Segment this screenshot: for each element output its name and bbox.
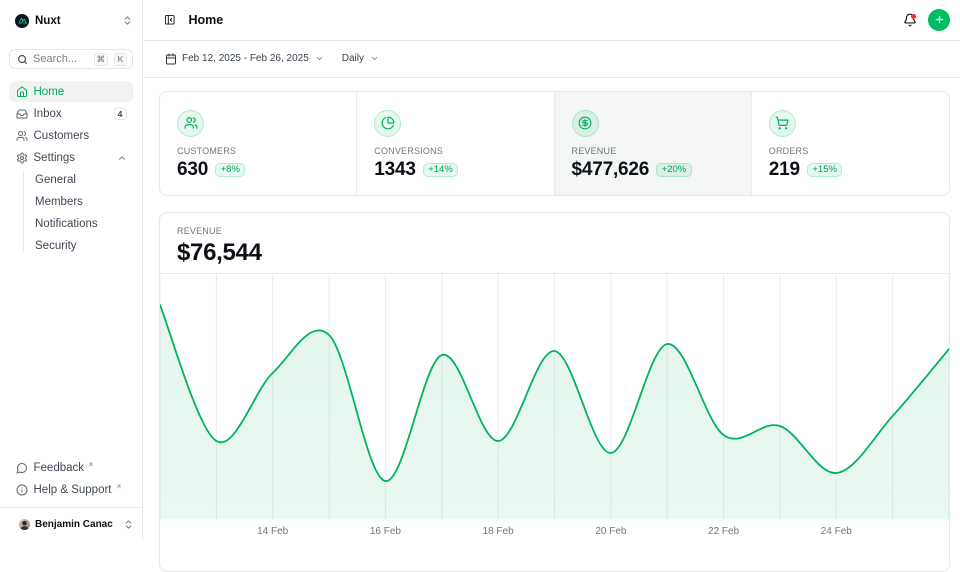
x-axis-label: 22 Feb: [694, 526, 754, 537]
users-icon: [177, 110, 204, 137]
sidebar-item-inbox[interactable]: Inbox 4: [9, 103, 133, 124]
page-title: Home: [189, 13, 224, 27]
revenue-area-chart[interactable]: [160, 274, 949, 520]
sidebar-item-label: Settings: [34, 152, 76, 164]
interval-label: Daily: [342, 53, 364, 64]
users-icon: [16, 130, 28, 142]
nuxt-logo-icon: [15, 14, 29, 28]
workspace-name: Nuxt: [35, 15, 61, 27]
sidebar-item-home[interactable]: Home: [9, 81, 133, 102]
sidebar-item-general[interactable]: General: [35, 169, 133, 190]
cart-icon: [769, 110, 796, 137]
sidebar-item-security[interactable]: Security: [35, 235, 133, 256]
stat-label: REVENUE: [572, 146, 734, 156]
stat-orders[interactable]: ORDERS 219 +15%: [752, 92, 949, 195]
stat-value: 630: [177, 159, 208, 181]
sidebar-item-label: Members: [35, 196, 83, 208]
stat-delta-badge: +15%: [807, 163, 843, 177]
stat-label: CONVERSIONS: [374, 146, 536, 156]
chevron-down-icon: [370, 54, 379, 63]
sidebar-item-members[interactable]: Members: [35, 191, 133, 212]
add-button[interactable]: [928, 9, 950, 31]
collapse-sidebar-button[interactable]: [159, 9, 181, 31]
plus-icon: [934, 14, 945, 25]
home-icon: [16, 86, 28, 98]
info-icon: [16, 484, 28, 496]
user-menu[interactable]: Benjamin Canac: [0, 507, 142, 540]
x-axis-label: 16 Feb: [355, 526, 415, 537]
search-input[interactable]: Search... ⌘ K: [9, 49, 133, 69]
kbd-k: K: [114, 53, 127, 66]
filters-toolbar: Feb 12, 2025 - Feb 26, 2025 Daily: [143, 41, 960, 78]
avatar: [19, 519, 30, 530]
sidebar-item-label: Notifications: [35, 218, 98, 230]
stat-label: ORDERS: [769, 146, 932, 156]
revenue-chart-card: REVENUE $76,544 14 Feb 16 Feb 18 Feb 20 Feb…: [159, 212, 950, 572]
arrow-up-right-icon: [115, 483, 122, 490]
stat-label: CUSTOMERS: [177, 146, 339, 156]
user-name: Benjamin Canac: [35, 519, 113, 530]
chart-current-value: $76,544: [177, 239, 932, 267]
notifications-button[interactable]: [898, 8, 922, 32]
stat-value: $477,626: [572, 159, 650, 181]
stat-delta-badge: +20%: [656, 163, 692, 177]
chart-title: REVENUE: [177, 226, 932, 236]
inbox-icon: [16, 108, 28, 120]
date-range-label: Feb 12, 2025 - Feb 26, 2025: [182, 53, 309, 64]
x-axis-label: 24 Feb: [806, 526, 866, 537]
calendar-icon: [165, 53, 177, 65]
sidebar-footer: Feedback Help & Support: [9, 456, 133, 500]
inbox-count-badge: 4: [114, 107, 127, 120]
chevron-up-icon: [117, 153, 127, 163]
sidebar-item-notifications[interactable]: Notifications: [35, 213, 133, 234]
sidebar: Nuxt Search... ⌘ K Home Inbox 4: [0, 0, 143, 540]
x-axis-label: 14 Feb: [243, 526, 303, 537]
sidebar-item-customers[interactable]: Customers: [9, 125, 133, 146]
sidebar-item-label: Customers: [34, 130, 90, 142]
chevron-down-icon: [315, 54, 324, 63]
feedback-label: Feedback: [34, 462, 85, 474]
message-circle-icon: [16, 462, 28, 474]
stat-conversions[interactable]: CONVERSIONS 1343 +14%: [357, 92, 554, 195]
page-header: Home: [143, 0, 960, 41]
stat-delta-badge: +8%: [215, 163, 245, 177]
pie-chart-icon: [374, 110, 401, 137]
sidebar-item-settings[interactable]: Settings: [9, 147, 133, 168]
kbd-cmd: ⌘: [94, 53, 109, 66]
search-icon: [17, 54, 28, 65]
sidebar-item-label: Security: [35, 240, 77, 252]
x-axis-label: 18 Feb: [468, 526, 528, 537]
arrow-up-right-icon: [87, 461, 94, 468]
panel-left-close-icon: [164, 14, 176, 26]
feedback-link[interactable]: Feedback: [9, 457, 133, 478]
stats-row: CUSTOMERS 630 +8% CONVERSIONS 1343 +14% …: [159, 91, 950, 196]
main-area: Home Feb 12, 2025 - Feb 26, 2025 Dail: [143, 0, 960, 540]
chart-header: REVENUE $76,544: [160, 213, 949, 267]
stat-value: 219: [769, 159, 800, 181]
sidebar-item-label: Inbox: [34, 108, 62, 120]
sidebar-nav: Home Inbox 4 Customers Settings: [9, 81, 133, 257]
sidebar-item-label: Home: [34, 86, 65, 98]
chevrons-up-down-icon: [122, 15, 133, 26]
help-support-link[interactable]: Help & Support: [9, 479, 133, 500]
stat-revenue[interactable]: REVENUE $477,626 +20%: [555, 92, 752, 195]
notification-dot: [911, 14, 916, 19]
workspace-switcher[interactable]: Nuxt: [0, 0, 142, 31]
chevrons-up-down-icon: [123, 519, 134, 530]
stat-delta-badge: +14%: [423, 163, 459, 177]
search-placeholder: Search...: [33, 53, 88, 65]
stat-value: 1343: [374, 159, 415, 181]
sidebar-item-label: General: [35, 174, 76, 186]
dollar-circle-icon: [572, 110, 599, 137]
date-range-picker[interactable]: Feb 12, 2025 - Feb 26, 2025: [165, 53, 324, 65]
x-axis-label: 20 Feb: [581, 526, 641, 537]
settings-subnav: General Members Notifications Security: [9, 169, 133, 256]
help-support-label: Help & Support: [34, 484, 112, 496]
settings-icon: [16, 152, 28, 164]
stat-customers[interactable]: CUSTOMERS 630 +8%: [160, 92, 357, 195]
interval-select[interactable]: Daily: [342, 53, 379, 64]
